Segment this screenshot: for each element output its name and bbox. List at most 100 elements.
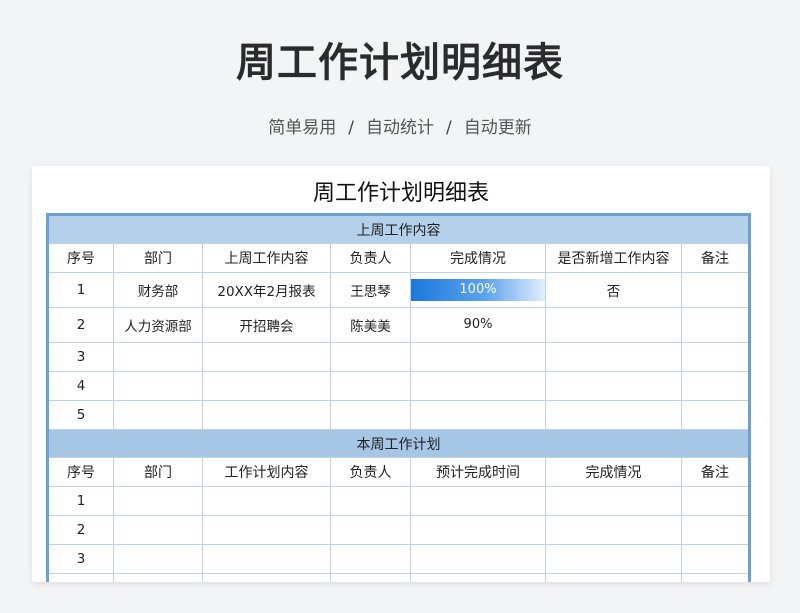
- cell-progress[interactable]: 100%: [410, 272, 546, 308]
- separator: /: [446, 118, 452, 138]
- cell-progress[interactable]: [545, 486, 682, 516]
- cell-dept[interactable]: [113, 371, 203, 401]
- page-title: 周工作计划明细表: [236, 40, 564, 86]
- cell-dept[interactable]: [113, 544, 203, 574]
- cell-plan[interactable]: [202, 486, 331, 516]
- progress-value: 90%: [463, 317, 493, 332]
- cell-due[interactable]: [410, 515, 546, 545]
- section-row-this-week: 本周工作计划: [47, 429, 750, 458]
- section-label-this-week[interactable]: 本周工作计划: [47, 429, 750, 458]
- cell-plan[interactable]: [202, 544, 331, 574]
- separator: /: [348, 118, 354, 138]
- cell-due[interactable]: [410, 486, 546, 516]
- cell-is-new[interactable]: [545, 400, 682, 430]
- header-row-this-week: 序号 部门 工作计划内容 负责人 预计完成时间 完成情况 备注: [47, 457, 750, 487]
- col-header-note[interactable]: 备注: [681, 457, 750, 487]
- cell-content[interactable]: [202, 400, 331, 430]
- section-row-last-week: 上周工作内容: [47, 214, 750, 244]
- col-header-dept[interactable]: 部门: [113, 457, 203, 487]
- cell-content[interactable]: [202, 342, 331, 372]
- cell-note[interactable]: [681, 272, 750, 308]
- cell-dept[interactable]: [113, 342, 203, 372]
- tag-auto-update: 自动更新: [463, 118, 532, 138]
- cell-note[interactable]: [681, 515, 750, 545]
- cell-owner[interactable]: [330, 573, 411, 582]
- cell-dept[interactable]: [113, 486, 203, 516]
- cell-progress[interactable]: [545, 544, 682, 574]
- cell-owner[interactable]: 陈美美: [330, 307, 411, 343]
- cell-note[interactable]: [681, 544, 750, 574]
- cell-dept[interactable]: 财务部: [113, 272, 203, 308]
- cell-note[interactable]: [681, 371, 750, 401]
- cell-dept[interactable]: 人力资源部: [113, 307, 203, 343]
- cell-is-new[interactable]: [545, 371, 682, 401]
- cell-plan[interactable]: [202, 573, 331, 582]
- cell-progress[interactable]: [410, 342, 546, 372]
- cell-note[interactable]: [681, 342, 750, 372]
- table-row: 5: [47, 400, 750, 430]
- col-header-owner[interactable]: 负责人: [330, 457, 411, 487]
- cell-owner[interactable]: [330, 371, 411, 401]
- cell-progress[interactable]: [410, 371, 546, 401]
- table-row: 3: [47, 342, 750, 372]
- cell-due[interactable]: [410, 544, 546, 574]
- cell-content[interactable]: 20XX年2月报表: [202, 272, 331, 308]
- table-row: 1: [47, 486, 750, 516]
- table-row: [47, 573, 750, 582]
- col-header-content[interactable]: 上周工作内容: [202, 243, 331, 273]
- cell-note[interactable]: [681, 573, 750, 582]
- col-header-no[interactable]: 序号: [47, 457, 114, 487]
- cell-no[interactable]: 4: [47, 371, 114, 401]
- spreadsheet-preview: 周工作计划明细表 上周工作内容 序号 部门 上周工作内容 负责人 完成情况 是否…: [32, 166, 770, 582]
- header-row-last-week: 序号 部门 上周工作内容 负责人 完成情况 是否新增工作内容 备注: [47, 243, 750, 273]
- col-header-progress[interactable]: 完成情况: [545, 457, 682, 487]
- cell-owner[interactable]: [330, 544, 411, 574]
- cell-owner[interactable]: [330, 515, 411, 545]
- cell-note[interactable]: [681, 486, 750, 516]
- col-header-note[interactable]: 备注: [681, 243, 750, 273]
- cell-due[interactable]: [410, 573, 546, 582]
- cell-dept[interactable]: [113, 515, 203, 545]
- table-row: 1 财务部 20XX年2月报表 王思琴 100% 否: [47, 272, 750, 308]
- col-header-plan[interactable]: 工作计划内容: [202, 457, 331, 487]
- cell-no[interactable]: 3: [47, 544, 114, 574]
- cell-is-new[interactable]: [545, 307, 682, 343]
- cell-progress[interactable]: 90%: [410, 307, 546, 343]
- col-header-owner[interactable]: 负责人: [330, 243, 411, 273]
- cell-owner[interactable]: 王思琴: [330, 272, 411, 308]
- cell-owner[interactable]: [330, 342, 411, 372]
- cell-note[interactable]: [681, 400, 750, 430]
- col-header-dept[interactable]: 部门: [113, 243, 203, 273]
- table-row: 2 人力资源部 开招聘会 陈美美 90%: [47, 307, 750, 343]
- table-row: 4: [47, 371, 750, 401]
- col-header-is-new[interactable]: 是否新增工作内容: [545, 243, 682, 273]
- cell-is-new[interactable]: 否: [545, 272, 682, 308]
- table-row: 3: [47, 544, 750, 574]
- cell-note[interactable]: [681, 307, 750, 343]
- cell-no[interactable]: 1: [47, 272, 114, 308]
- cell-no[interactable]: 2: [47, 307, 114, 343]
- cell-no[interactable]: 1: [47, 486, 114, 516]
- cell-is-new[interactable]: [545, 342, 682, 372]
- cell-plan[interactable]: [202, 515, 331, 545]
- tag-easy: 简单易用: [268, 118, 337, 138]
- cell-no[interactable]: [47, 573, 114, 582]
- cell-progress[interactable]: [545, 515, 682, 545]
- work-plan-table: 上周工作内容 序号 部门 上周工作内容 负责人 完成情况 是否新增工作内容 备注…: [46, 213, 751, 582]
- cell-no[interactable]: 3: [47, 342, 114, 372]
- col-header-due[interactable]: 预计完成时间: [410, 457, 546, 487]
- cell-content[interactable]: 开招聘会: [202, 307, 331, 343]
- cell-owner[interactable]: [330, 486, 411, 516]
- cell-no[interactable]: 5: [47, 400, 114, 430]
- col-header-no[interactable]: 序号: [47, 243, 114, 273]
- cell-dept[interactable]: [113, 400, 203, 430]
- progress-bar: 100%: [411, 279, 545, 301]
- cell-progress[interactable]: [410, 400, 546, 430]
- cell-content[interactable]: [202, 371, 331, 401]
- col-header-progress[interactable]: 完成情况: [410, 243, 546, 273]
- section-label-last-week[interactable]: 上周工作内容: [47, 214, 750, 244]
- cell-owner[interactable]: [330, 400, 411, 430]
- cell-progress[interactable]: [545, 573, 682, 582]
- cell-dept[interactable]: [113, 573, 203, 582]
- cell-no[interactable]: 2: [47, 515, 114, 545]
